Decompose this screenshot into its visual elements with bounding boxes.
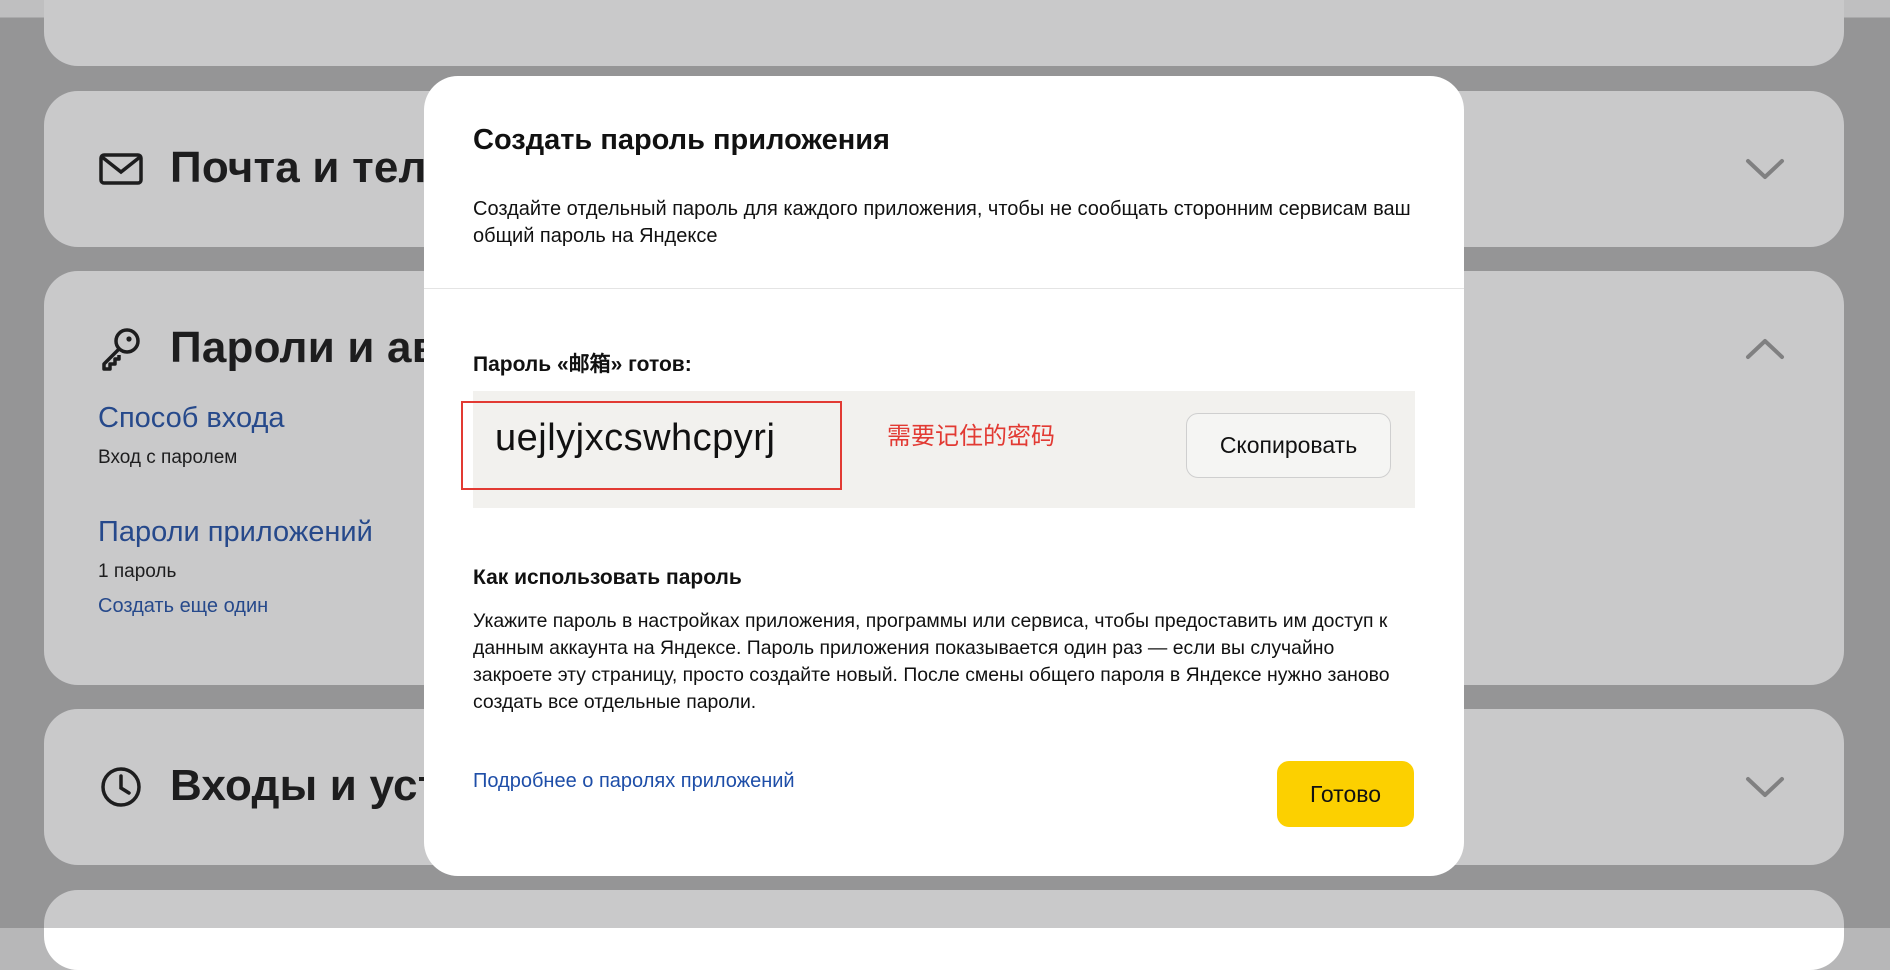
password-highlight-box bbox=[461, 401, 842, 490]
password-annotation: 需要记住的密码 bbox=[887, 422, 1055, 450]
divider bbox=[424, 288, 1464, 289]
howto-text: Укажите пароль в настройках приложения, … bbox=[473, 610, 1390, 713]
done-button[interactable]: Готово bbox=[1277, 761, 1414, 827]
password-ready-label: Пароль «邮箱» готов: bbox=[473, 353, 692, 376]
howto-title: Как использовать пароль bbox=[473, 566, 742, 589]
dialog-description: Создайте отдельный пароль для каждого пр… bbox=[473, 198, 1411, 247]
copy-button[interactable]: Скопировать bbox=[1186, 413, 1391, 478]
learn-more-link[interactable]: Подробнее о паролях приложений bbox=[473, 770, 795, 793]
create-app-password-dialog: Создать пароль приложения Создайте отдел… bbox=[424, 76, 1464, 876]
dialog-title: Создать пароль приложения bbox=[473, 124, 890, 156]
